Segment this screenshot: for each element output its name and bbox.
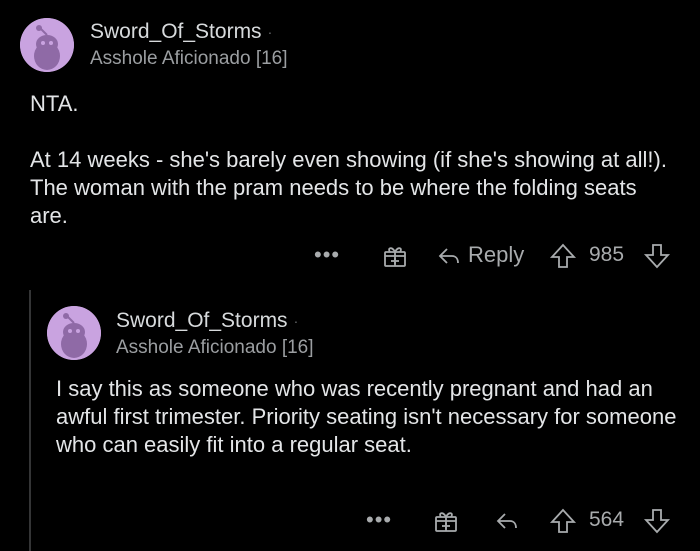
more-options-button[interactable]: ••• — [314, 238, 340, 272]
vote-score: 564 — [589, 508, 625, 531]
user-flair: Asshole Aficionado [16] — [90, 48, 288, 69]
gift-award-icon[interactable] — [382, 243, 408, 269]
downvote-arrow-icon[interactable] — [643, 242, 671, 270]
comment-body: I say this as someone who was recently p… — [56, 375, 686, 459]
username-link[interactable]: Sword_Of_Storms — [90, 20, 262, 43]
username-link[interactable]: Sword_Of_Storms — [116, 309, 288, 332]
reply-arrow-icon[interactable] — [494, 508, 520, 534]
avatar[interactable] — [20, 18, 74, 72]
comment-paragraph: At 14 weeks - she's barely even showing … — [30, 147, 667, 228]
snoo-avatar-icon — [47, 306, 101, 360]
username[interactable]: Sword_Of_Storms · — [90, 20, 272, 44]
separator-dot: · — [267, 24, 273, 41]
more-options-button[interactable]: ••• — [366, 503, 392, 537]
comment-paragraph: NTA. — [30, 91, 79, 116]
comment-actions: ••• 564 — [0, 503, 700, 537]
user-flair: Asshole Aficionado [16] — [116, 337, 314, 358]
avatar[interactable] — [47, 306, 101, 360]
separator-dot: · — [293, 313, 299, 330]
snoo-avatar-icon — [20, 18, 74, 72]
reply-button[interactable]: Reply — [468, 238, 524, 272]
gift-award-icon[interactable] — [433, 508, 459, 534]
vote-score: 985 — [589, 243, 625, 266]
upvote-arrow-icon[interactable] — [549, 242, 577, 270]
username[interactable]: Sword_Of_Storms · — [116, 309, 298, 333]
reply-arrow-icon[interactable] — [436, 243, 462, 269]
comment-body: NTA. At 14 weeks - she's barely even sho… — [30, 90, 670, 230]
comment-paragraph: I say this as someone who was recently p… — [56, 376, 677, 457]
upvote-arrow-icon[interactable] — [549, 507, 577, 535]
comment-actions: ••• Reply 985 — [0, 238, 700, 272]
downvote-arrow-icon[interactable] — [643, 507, 671, 535]
